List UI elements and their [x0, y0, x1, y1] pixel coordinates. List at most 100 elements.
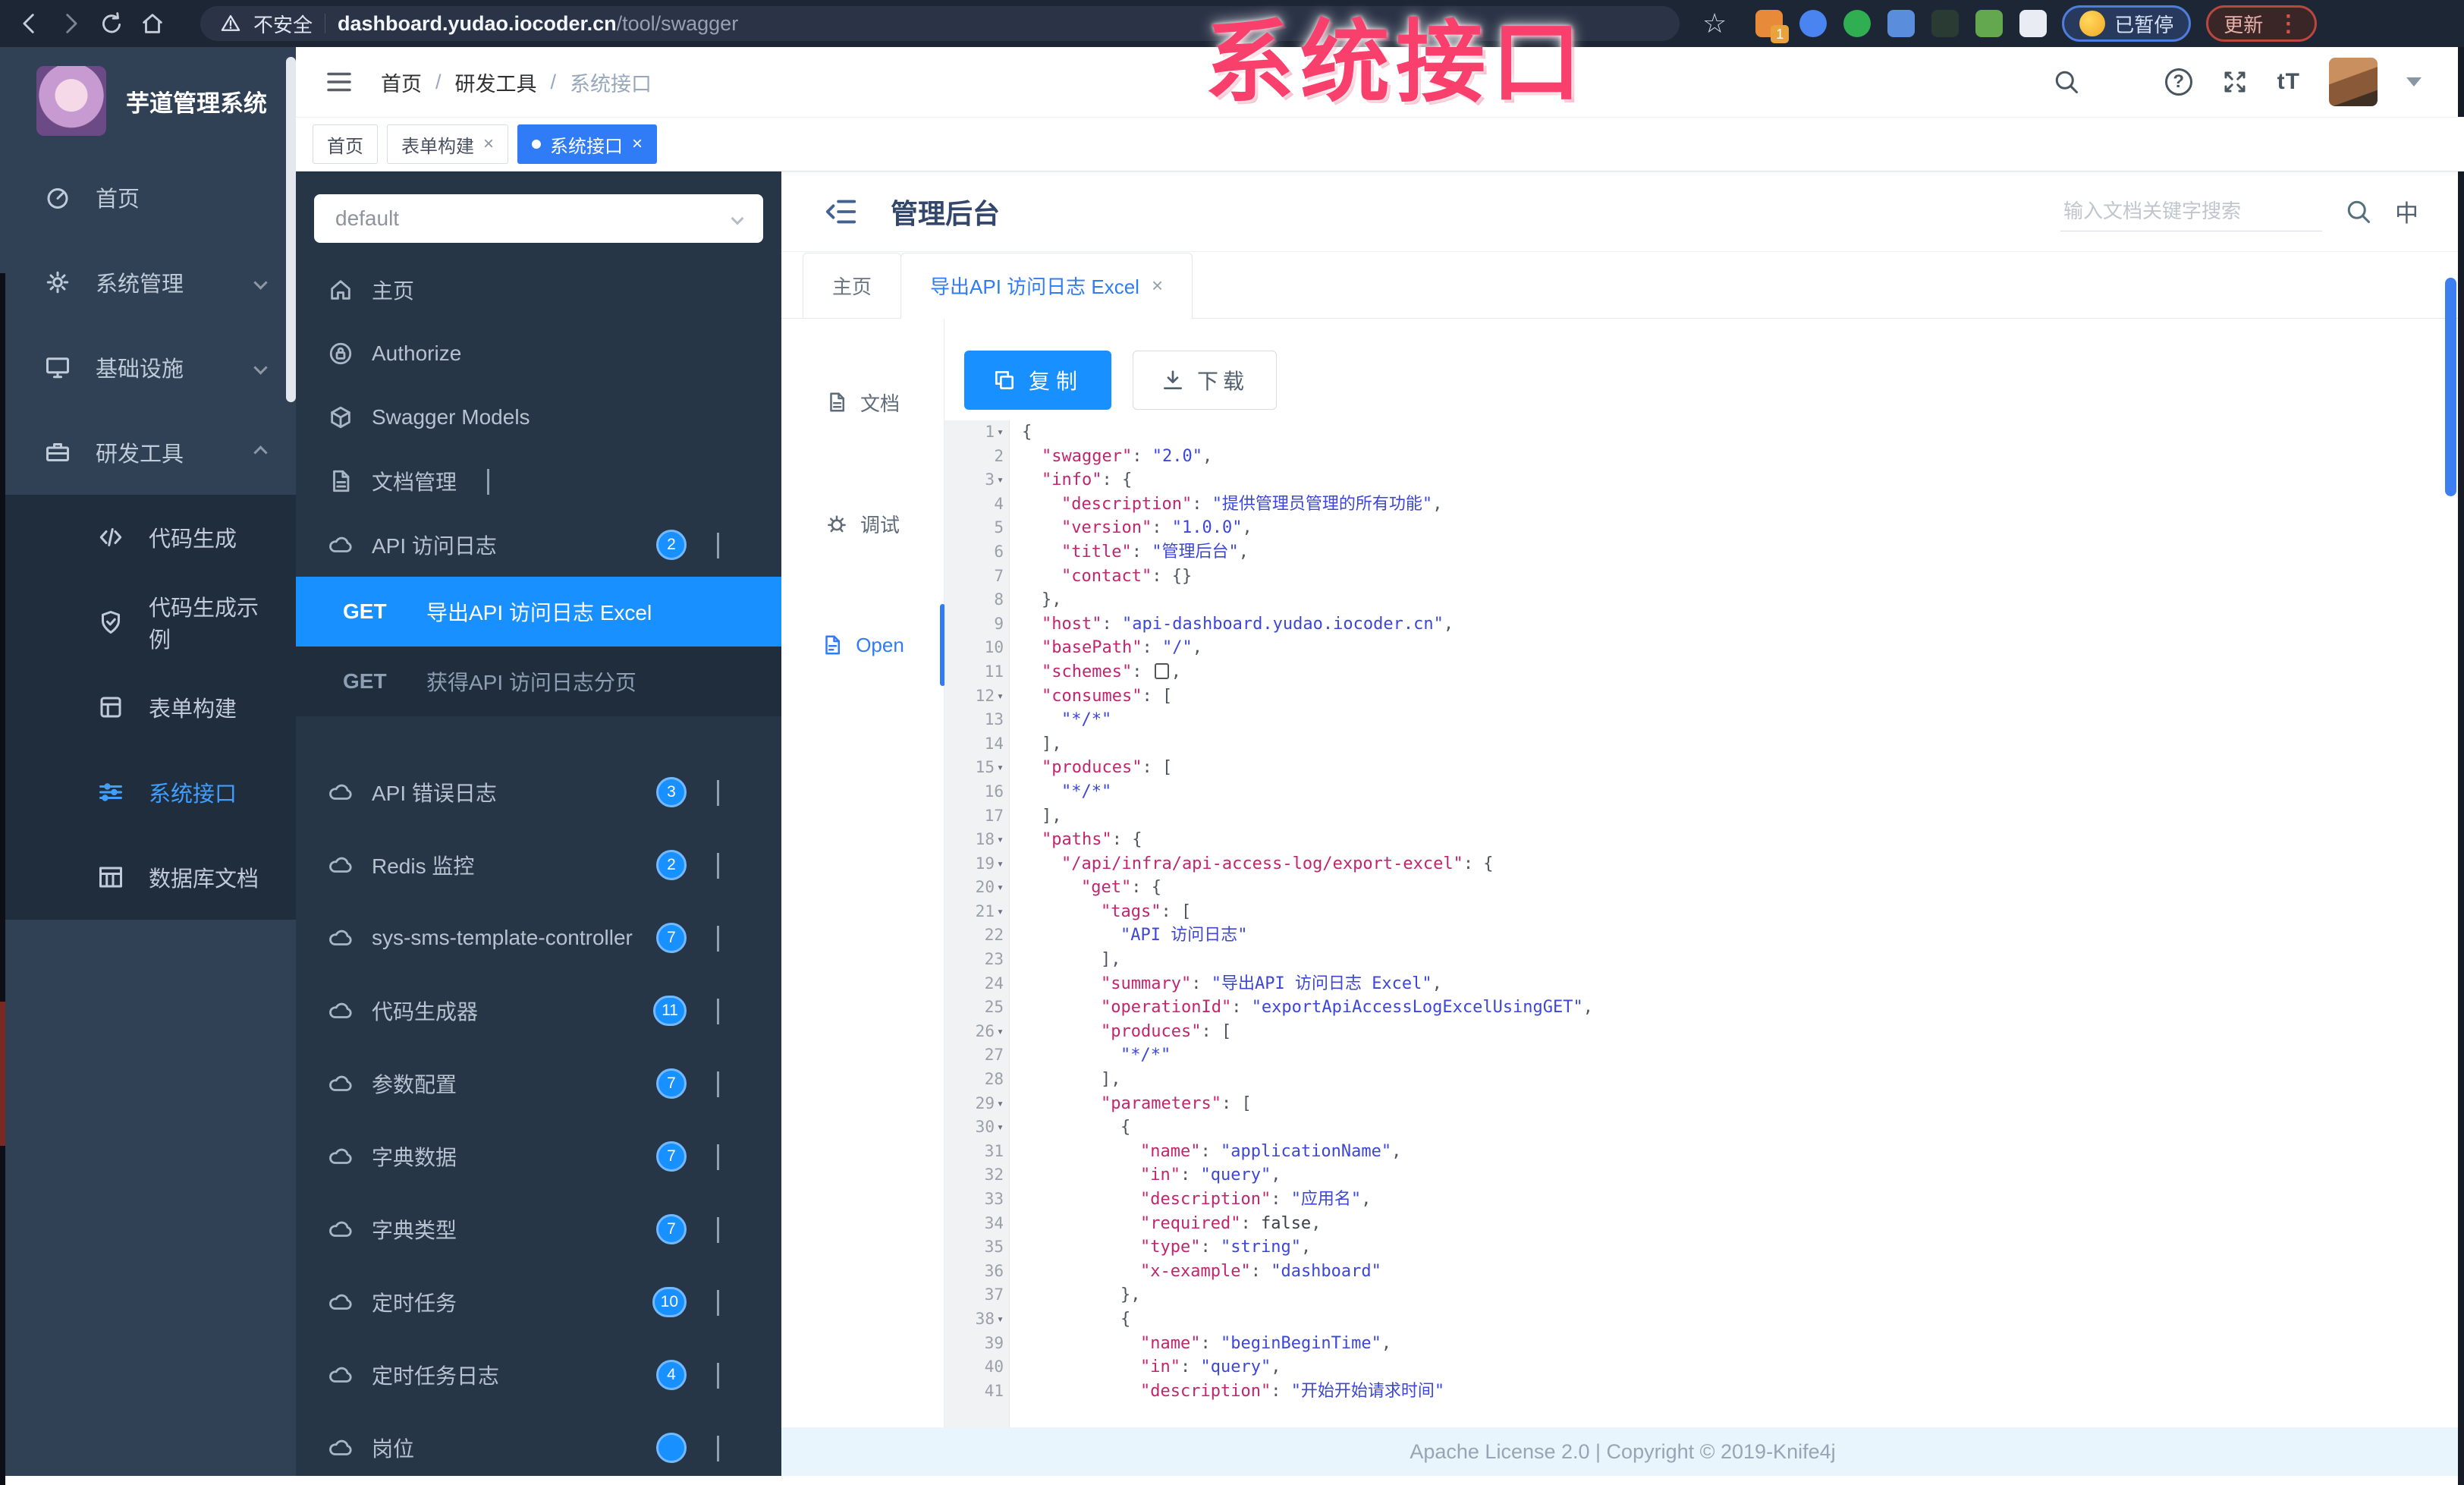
swagger-item-文档管理[interactable]: 文档管理: [296, 449, 781, 513]
swagger-groups: API 错误日志 3 Redis 监控 2 sys-sms-template-contr…: [296, 756, 781, 1476]
swagger-item-字典类型[interactable]: 字典类型 7: [296, 1193, 781, 1266]
download-button[interactable]: 下载: [1133, 351, 1278, 410]
language-icon[interactable]: 中: [2395, 194, 2418, 228]
extension-blue-grid-icon[interactable]: [1887, 10, 1916, 37]
tag-1[interactable]: 表单构建 ×: [387, 124, 509, 164]
logo-row[interactable]: 芋道管理系统: [0, 47, 296, 155]
bookmark-star-icon[interactable]: ☆: [1702, 10, 1727, 37]
fold-caret-icon[interactable]: ▾: [997, 1092, 1004, 1116]
json-code-editor[interactable]: 1 ▾ {2 "swagger": "2.0", 3 ▾ "info": {4 "descri…: [944, 420, 2464, 1427]
panel-collapse-icon[interactable]: [824, 194, 859, 229]
swagger-item-Redis-监控[interactable]: Redis 监控 2: [296, 829, 781, 901]
breadcrumb-item[interactable]: 研发工具: [455, 68, 537, 97]
fold-caret-icon[interactable]: ▾: [997, 684, 1004, 709]
sidebar-subitem-1[interactable]: 代码生成示例: [0, 580, 296, 665]
rail-item-文档[interactable]: 文档: [781, 341, 944, 463]
doc-tab-1[interactable]: 导出API 访问日志 Excel ×: [900, 253, 1193, 319]
line-number: 26 ▾: [944, 1020, 1010, 1044]
collapsed-array-box[interactable]: [1154, 662, 1169, 679]
doc-tab-close-icon[interactable]: ×: [1152, 274, 1163, 297]
browser-home-icon[interactable]: [140, 11, 165, 36]
avatar[interactable]: [2329, 58, 2378, 106]
reload-icon[interactable]: [99, 11, 124, 36]
github-icon[interactable]: [2109, 68, 2136, 96]
avatar-caret-icon[interactable]: [2406, 77, 2422, 87]
operation-0[interactable]: GET 导出API 访问日志 Excel: [296, 577, 781, 647]
fold-caret-icon[interactable]: ▾: [997, 900, 1004, 924]
swagger-item-Authorize[interactable]: Authorize: [296, 322, 781, 385]
browser-update-button[interactable]: 更新 ⋮: [2206, 5, 2318, 42]
swagger-item-label: 文档管理: [372, 470, 457, 494]
tag-0[interactable]: 首页: [313, 124, 378, 164]
sidebar-subitem-3[interactable]: 系统接口: [0, 750, 296, 835]
doc-search-icon[interactable]: [2345, 198, 2372, 225]
doc-tab-label: 导出API 访问日志 Excel: [930, 275, 1139, 298]
extension-dark-gn-icon[interactable]: [1931, 10, 1960, 37]
sidebar-item-0[interactable]: 首页: [0, 155, 296, 240]
swagger-item-代码生成器[interactable]: 代码生成器 11: [296, 974, 781, 1047]
fold-caret-icon[interactable]: ▾: [997, 468, 1004, 492]
code-text: ],: [1101, 950, 1121, 970]
swagger-item-参数配置[interactable]: 参数配置 7: [296, 1047, 781, 1120]
fullscreen-icon[interactable]: [2221, 68, 2249, 96]
paused-extension-pill[interactable]: 已暂停: [2062, 5, 2192, 42]
swagger-item-字典数据[interactable]: 字典数据 7: [296, 1120, 781, 1193]
swagger-item-Swagger-Models[interactable]: Swagger Models: [296, 385, 781, 449]
breadcrumb-item[interactable]: 系统接口: [570, 68, 652, 97]
swagger-item-定时任务日志[interactable]: 定时任务日志 4: [296, 1339, 781, 1411]
extension-blue-drop-icon[interactable]: [1799, 10, 1828, 37]
fold-caret-icon[interactable]: ▾: [997, 876, 1004, 900]
line-number: 33: [984, 1190, 1004, 1208]
rail-item-调试[interactable]: 调试: [781, 463, 944, 584]
sidebar-subitem-2[interactable]: 表单构建: [0, 665, 296, 750]
fold-caret-icon[interactable]: ▾: [997, 1115, 1004, 1140]
swagger-item-API-访问日志[interactable]: API 访问日志 2: [296, 513, 781, 577]
page-scrollbar-thumb[interactable]: [2445, 278, 2456, 496]
tag-close-icon[interactable]: ×: [483, 134, 494, 155]
extension-orange-icon[interactable]: 1: [1755, 10, 1790, 43]
browser-menu-icon[interactable]: ⋮: [2277, 11, 2299, 37]
swagger-item-主页[interactable]: 主页: [296, 258, 781, 322]
fold-caret-icon[interactable]: ▾: [997, 420, 1004, 445]
address-bar[interactable]: 不安全 dashboard.yudao.iocoder.cn/tool/swag…: [200, 6, 1680, 41]
extension-green-circle-icon[interactable]: [1843, 10, 1872, 37]
breadcrumb-item[interactable]: 首页: [381, 68, 422, 97]
doc-search-input[interactable]: [2060, 191, 2322, 231]
sidebar-item-3[interactable]: 研发工具: [0, 410, 296, 495]
operation-1[interactable]: GET 获得API 访问日志分页: [296, 647, 781, 716]
fold-caret-icon[interactable]: ▾: [997, 852, 1004, 876]
tag-close-icon[interactable]: ×: [632, 134, 643, 155]
api-group-select[interactable]: default: [314, 194, 763, 243]
code-text: {: [1022, 423, 1032, 442]
line-number: 10: [984, 638, 1004, 657]
tag-2[interactable]: 系统接口 ×: [517, 124, 658, 164]
fold-caret-icon[interactable]: ▾: [997, 756, 1004, 780]
copy-icon: [992, 368, 1017, 392]
sidebar-subitem-4[interactable]: 数据库文档: [0, 835, 296, 920]
fold-caret-icon[interactable]: ▾: [997, 828, 1004, 852]
swagger-item-sys-sms-template-controller[interactable]: sys-sms-template-controller 7: [296, 901, 781, 974]
copy-button[interactable]: 复制: [964, 351, 1112, 410]
font-size-icon[interactable]: tT: [2277, 69, 2300, 95]
sidebar-item-2[interactable]: 基础设施: [0, 325, 296, 410]
rail-item-Open[interactable]: Open: [781, 584, 945, 706]
sidebar-collapse-icon[interactable]: [323, 66, 355, 98]
search-icon[interactable]: [2053, 68, 2080, 96]
back-icon[interactable]: [17, 11, 42, 36]
forward-icon[interactable]: [58, 11, 83, 36]
doc-tab-0[interactable]: 主页: [803, 253, 902, 319]
fold-caret-icon[interactable]: ▾: [997, 1020, 1004, 1044]
swagger-item-定时任务[interactable]: 定时任务 10: [296, 1266, 781, 1339]
swagger-item-岗位[interactable]: 岗位: [296, 1411, 781, 1476]
sidebar-item-1[interactable]: 系统管理: [0, 240, 296, 325]
help-icon[interactable]: ?: [2164, 68, 2192, 96]
sidebar-scrollbar[interactable]: [286, 57, 296, 402]
swagger-item-API-错误日志[interactable]: API 错误日志 3: [296, 756, 781, 829]
code-line: 27 "*/*": [944, 1043, 2464, 1068]
chevron-down-icon: [253, 275, 268, 290]
extension-white-star-icon[interactable]: [2019, 10, 2048, 37]
sidebar-subitem-0[interactable]: 代码生成: [0, 495, 296, 580]
chevron-down-icon: [717, 1071, 719, 1097]
fold-caret-icon[interactable]: ▾: [997, 1307, 1004, 1332]
extension-green-leaf-icon[interactable]: [1975, 10, 2004, 37]
